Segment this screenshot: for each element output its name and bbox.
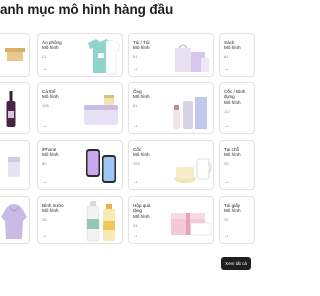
jar-product-image bbox=[5, 155, 23, 179]
category-card-left-1[interactable] bbox=[0, 33, 30, 77]
cosmetic-jar-image bbox=[80, 91, 122, 131]
tube-image bbox=[169, 93, 213, 131]
category-card-mug[interactable]: Cốc Mô hình 153 → bbox=[128, 140, 214, 190]
arrow-right-icon: → bbox=[133, 123, 138, 129]
category-card-water-bottle[interactable]: Bình nước Mô hình 28 → bbox=[37, 196, 123, 244]
category-card-left-3[interactable] bbox=[0, 140, 30, 190]
card-label: Hộp quà tặng Mô hình bbox=[133, 203, 151, 219]
page-title: anh mục mô hình hàng đầu bbox=[0, 2, 174, 17]
card-count: 21 bbox=[42, 54, 47, 59]
view-all-button[interactable]: Xem tất cả bbox=[221, 257, 251, 270]
card-label: iPhone Mô hình bbox=[42, 147, 59, 158]
card-count: 153 bbox=[133, 161, 140, 166]
card-label: Cá thể Mô hình bbox=[42, 89, 59, 100]
category-card-onsite[interactable]: Tại chỗ Mô hình 93 → bbox=[219, 140, 255, 190]
category-card-left-4[interactable] bbox=[0, 196, 30, 244]
arrow-right-icon: → bbox=[224, 179, 229, 185]
arrow-right-icon: → bbox=[42, 233, 47, 239]
card-label: Cốc / Bình đựng Mô hình bbox=[224, 89, 246, 105]
mug-image bbox=[171, 153, 213, 187]
card-count: 80 bbox=[42, 161, 47, 166]
card-count: 28 bbox=[42, 217, 47, 222]
category-card-tube[interactable]: Ống Mô hình 61 → bbox=[128, 82, 214, 134]
arrow-right-icon: → bbox=[42, 123, 47, 129]
wine-bottle-image bbox=[5, 91, 17, 127]
card-label: Cốc Mô hình bbox=[133, 147, 150, 158]
category-card-iphone[interactable]: iPhone Mô hình 80 → bbox=[37, 140, 123, 190]
category-card-left-2[interactable] bbox=[0, 82, 30, 134]
card-label: Túi / Túi Mô hình bbox=[133, 40, 150, 51]
tshirt-image bbox=[84, 37, 122, 75]
bag-image bbox=[171, 40, 211, 74]
category-card-tshirt[interactable]: Áo phông Mô hình 21 → bbox=[37, 33, 123, 77]
arrow-right-icon: → bbox=[133, 233, 138, 239]
card-count: 61 bbox=[224, 54, 229, 59]
card-count: 20 bbox=[224, 217, 229, 222]
phone-image bbox=[82, 147, 122, 187]
category-card-bag[interactable]: Túi / Túi Mô hình 51 → bbox=[128, 33, 214, 77]
arrow-right-icon: → bbox=[224, 233, 229, 239]
category-card-book[interactable]: Sách Mô hình 61 → bbox=[219, 33, 255, 77]
card-label: Ống Mô hình bbox=[133, 89, 150, 100]
bottle-image bbox=[82, 201, 122, 243]
category-card-paper-bag[interactable]: Túi giấy Mô hình 20 → bbox=[219, 196, 255, 244]
box-product-image bbox=[5, 46, 25, 62]
arrow-right-icon: → bbox=[133, 179, 138, 185]
arrow-right-icon: → bbox=[224, 123, 229, 129]
card-count: 61 bbox=[133, 103, 138, 108]
card-label: Áo phông Mô hình bbox=[42, 40, 62, 51]
hoodie-image bbox=[1, 201, 27, 241]
arrow-right-icon: → bbox=[133, 66, 138, 72]
card-count: 117 bbox=[224, 109, 231, 114]
card-count: 51 bbox=[133, 54, 138, 59]
card-label: Tại chỗ Mô hình bbox=[224, 147, 241, 158]
category-card-cup[interactable]: Cốc / Bình đựng Mô hình 117 → bbox=[219, 82, 255, 134]
card-label: Bình nước Mô hình bbox=[42, 203, 64, 214]
category-card-gift-box[interactable]: Hộp quà tặng Mô hình 24 → bbox=[128, 196, 214, 244]
card-label: Túi giấy Mô hình bbox=[224, 203, 241, 214]
gift-box-image bbox=[169, 205, 213, 241]
card-count: 93 bbox=[224, 161, 229, 166]
arrow-right-icon: → bbox=[224, 66, 229, 72]
category-card-individual[interactable]: Cá thể Mô hình 195 → bbox=[37, 82, 123, 134]
card-count: 195 bbox=[42, 103, 49, 108]
card-count: 24 bbox=[133, 223, 138, 228]
arrow-right-icon: → bbox=[42, 66, 47, 72]
arrow-right-icon: → bbox=[42, 179, 47, 185]
card-label: Sách Mô hình bbox=[224, 40, 241, 51]
